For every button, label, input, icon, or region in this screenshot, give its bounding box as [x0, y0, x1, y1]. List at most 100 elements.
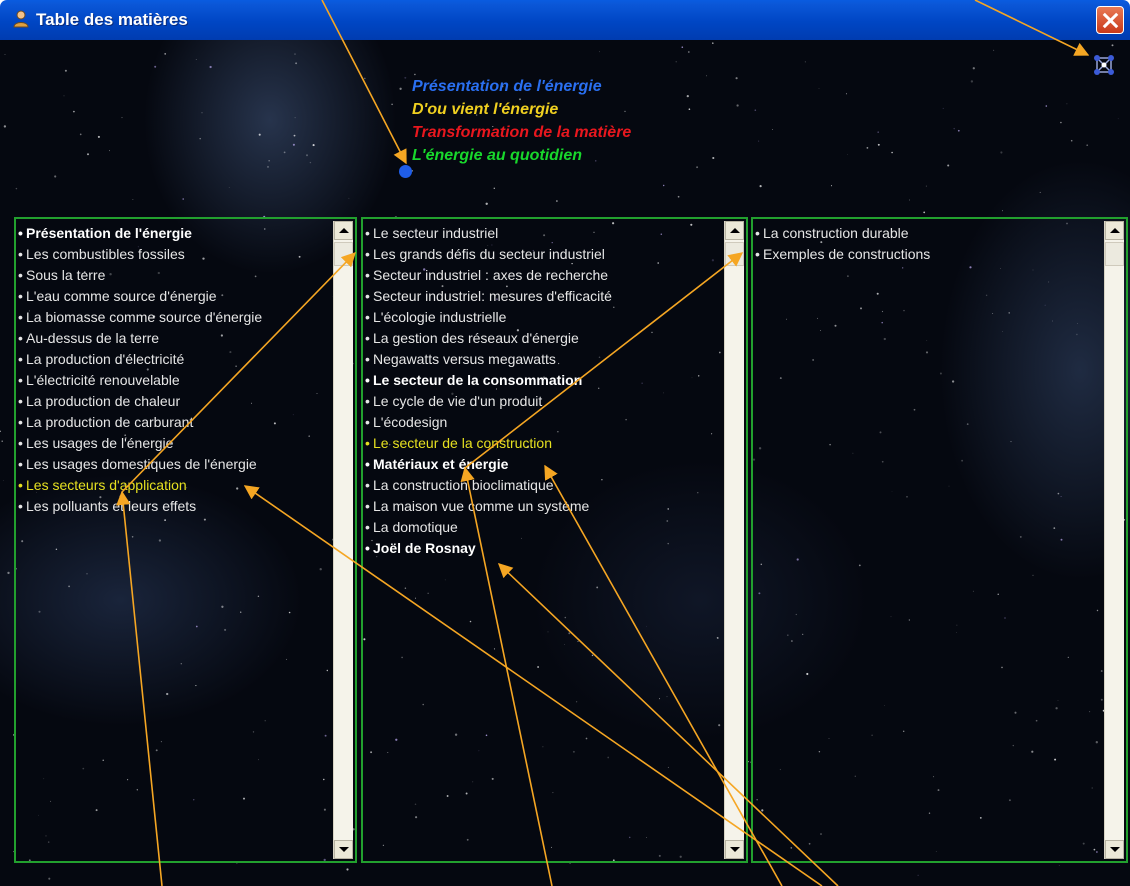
topic-panel-2: • Le secteur industriel • Les grands défis … — [361, 217, 748, 863]
bullet-icon: • — [18, 456, 23, 472]
list-item[interactable]: • Les combustibles fossiles — [18, 244, 331, 265]
star — [1070, 139, 1073, 142]
menu-item-transformation[interactable]: Transformation de la matière — [412, 121, 631, 144]
star — [686, 94, 689, 98]
star — [877, 143, 880, 146]
star — [391, 103, 393, 106]
arrow-down-icon[interactable] — [725, 840, 744, 859]
star — [199, 137, 201, 140]
bullet-icon: • — [365, 498, 370, 514]
star — [48, 877, 51, 880]
list-item[interactable]: • La production d'électricité — [18, 349, 331, 370]
list-item[interactable]: • Exemples de constructions — [755, 244, 1102, 265]
list-item-label: La gestion des réseaux d'énergie — [373, 330, 579, 346]
star — [866, 147, 869, 149]
star — [1045, 105, 1048, 107]
scrollbar[interactable] — [1104, 221, 1124, 859]
list-item[interactable]: • Les usages domestiques de l'énergie — [18, 454, 331, 475]
list-item[interactable]: • Le secteur de la consommation — [365, 370, 722, 391]
scroll-thumb[interactable] — [1105, 242, 1124, 266]
list-item[interactable]: • Les secteurs d'application — [18, 475, 331, 496]
star — [293, 134, 296, 137]
bullet-icon: • — [365, 435, 370, 451]
list-item[interactable]: • Les usages de l'énergie — [18, 433, 331, 454]
star — [957, 129, 960, 132]
list-item[interactable]: • Le cycle de vie d'un produit — [365, 391, 722, 412]
bullet-icon: • — [365, 393, 370, 409]
list-item[interactable]: • La gestion des réseaux d'énergie — [365, 328, 722, 349]
list-item[interactable]: • Le secteur de la construction — [365, 433, 722, 454]
selected-chapter-indicator — [399, 165, 412, 178]
list-item-label: Les usages domestiques de l'énergie — [26, 456, 257, 472]
arrow-up-icon[interactable] — [334, 221, 353, 240]
star — [182, 198, 184, 200]
star — [818, 88, 820, 89]
list-item[interactable]: • Secteur industriel: mesures d'efficacit… — [365, 286, 722, 307]
star — [758, 140, 760, 142]
list-item[interactable]: • Les grands défis du secteur industriel — [365, 244, 722, 265]
menu-item-quotidien[interactable]: L'énergie au quotidien — [412, 144, 631, 167]
star — [348, 197, 350, 199]
list-item-label: Joël de Rosnay — [373, 540, 476, 556]
star — [79, 133, 82, 136]
bullet-icon: • — [365, 309, 370, 325]
list-item-label: Exemples de constructions — [763, 246, 931, 262]
star — [54, 175, 57, 178]
star — [108, 150, 110, 152]
list-item[interactable]: • Au-dessus de la terre — [18, 328, 331, 349]
star — [0, 430, 1, 432]
bullet-icon: • — [18, 414, 23, 430]
star — [687, 51, 690, 53]
list-item[interactable]: • La construction durable — [755, 223, 1102, 244]
star — [877, 131, 879, 133]
scrollbar[interactable] — [724, 221, 744, 859]
star — [346, 868, 349, 871]
list-item[interactable]: • Sous la terre — [18, 265, 331, 286]
list-item[interactable]: • Joël de Rosnay — [365, 538, 722, 559]
menu-item-origine[interactable]: D'ou vient l'énergie — [412, 98, 631, 121]
topic-panel-3: • La construction durable • Exemples de con… — [751, 217, 1128, 863]
arrow-down-icon[interactable] — [1105, 840, 1124, 859]
network-icon[interactable] — [1091, 52, 1117, 78]
list-item[interactable]: • Secteur industriel : axes de recherche — [365, 265, 722, 286]
scrollbar[interactable] — [333, 221, 353, 859]
menu-item-presentation[interactable]: Présentation de l'énergie — [412, 75, 631, 98]
list-item[interactable]: • La production de chaleur — [18, 391, 331, 412]
star — [1060, 121, 1062, 124]
arrow-up-icon[interactable] — [725, 221, 744, 240]
list-item[interactable]: • L'électricité renouvelable — [18, 370, 331, 391]
list-item[interactable]: • Le secteur industriel — [365, 223, 722, 244]
star — [258, 133, 261, 136]
arrow-up-icon[interactable] — [1105, 221, 1124, 240]
close-button[interactable] — [1096, 6, 1124, 34]
list-item[interactable]: • Negawatts versus megawatts — [365, 349, 722, 370]
list-item-label: La domotique — [373, 519, 458, 535]
list-item[interactable]: • Présentation de l'énergie — [18, 223, 331, 244]
list-item[interactable]: • La production de carburant — [18, 412, 331, 433]
star — [735, 77, 738, 80]
bullet-icon: • — [365, 246, 370, 262]
list-item[interactable]: • Les polluants et leurs effets — [18, 496, 331, 517]
list-item[interactable]: • L'écologie industrielle — [365, 307, 722, 328]
list-item[interactable]: • L'écodesign — [365, 412, 722, 433]
list-item[interactable]: • La domotique — [365, 517, 722, 538]
list-item[interactable]: • L'eau comme source d'énergie — [18, 286, 331, 307]
bullet-icon: • — [365, 477, 370, 493]
star — [1066, 103, 1068, 105]
list-item[interactable]: • La construction bioclimatique — [365, 475, 722, 496]
star — [712, 42, 714, 44]
arrow-down-icon[interactable] — [334, 840, 353, 859]
list-item[interactable]: • La biomasse comme source d'énergie — [18, 307, 331, 328]
star — [759, 185, 762, 188]
scroll-thumb[interactable] — [334, 242, 353, 266]
star — [923, 211, 926, 214]
star — [706, 75, 708, 77]
bullet-icon: • — [18, 309, 23, 325]
list-item[interactable]: • La maison vue comme un système — [365, 496, 722, 517]
list-item-label: La construction durable — [763, 225, 909, 241]
list-item-label: Sous la terre — [26, 267, 106, 283]
list-item-label: Les secteurs d'application — [26, 477, 187, 493]
list-item[interactable]: • Matériaux et énergie — [365, 454, 722, 475]
scroll-thumb[interactable] — [725, 242, 744, 266]
title-bar[interactable]: Table des matières — [0, 0, 1130, 40]
